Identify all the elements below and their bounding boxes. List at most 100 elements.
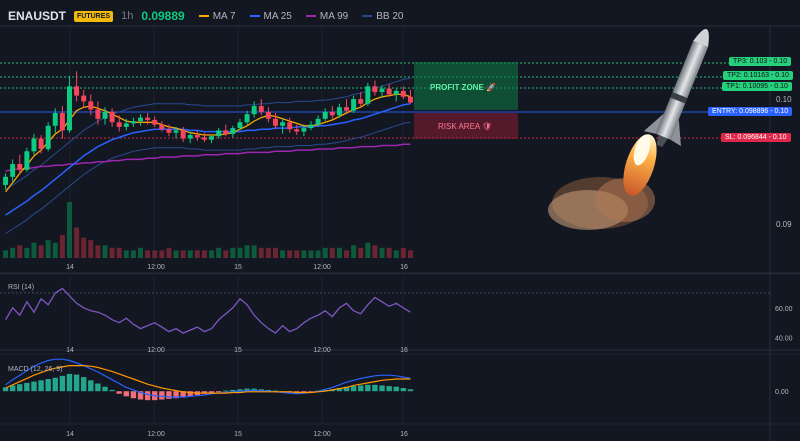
sl-label: SL: 0.096844 - 0.10 (721, 133, 791, 142)
risk-zone-label: RISK AREA 🛡 (438, 122, 493, 131)
time-axis-label: 12:00 (147, 431, 165, 438)
time-axis-label: 16 (400, 347, 408, 354)
time-axis-label: 14 (66, 347, 74, 354)
macd-histogram-bar (88, 380, 94, 392)
volume-bar (187, 250, 193, 258)
candle-body (145, 117, 151, 120)
candle-body (209, 136, 215, 140)
macd-histogram-bar (123, 391, 130, 397)
candle-body (372, 86, 378, 93)
chart-canvas[interactable]: RSI (14)40.0060.00 MACD (12, 26, 9)0.00 … (0, 0, 800, 441)
candle-body (88, 101, 94, 110)
candle-body (223, 130, 229, 134)
time-axis-label: 14 (66, 264, 74, 271)
candle-body (52, 113, 58, 126)
legend-ma7[interactable]: MA 7 (198, 10, 236, 22)
volume-bar (258, 247, 264, 258)
volume-bar (272, 247, 278, 258)
macd-histogram-bar (159, 391, 165, 400)
rsi-tick-label: 40.00 (775, 336, 793, 343)
candle-body (10, 164, 16, 177)
candle-body (351, 99, 357, 111)
candle-body (201, 137, 207, 140)
legend-bb-label: BB 20 (376, 10, 404, 22)
rocket-icon (548, 29, 709, 230)
candle-body (315, 118, 321, 125)
candle-body (216, 130, 222, 137)
macd-histogram-bar (17, 384, 23, 392)
time-axis-label: 15 (234, 431, 242, 438)
legend-bb[interactable]: BB 20 (362, 11, 403, 22)
candle-body (38, 138, 44, 149)
macd-histogram-bar (407, 389, 414, 392)
candle-body (379, 88, 385, 93)
volume-bar (45, 240, 51, 258)
candle-body (365, 86, 371, 104)
legend-ma99[interactable]: MA 99 (305, 11, 348, 22)
volume-bar (74, 227, 80, 258)
bb-lower-line (5, 121, 411, 235)
volume-bar (393, 250, 399, 258)
symbol-label[interactable]: ENAUSDT (8, 9, 66, 23)
legend-ma25-label: MA 25 (263, 10, 292, 22)
volume-bar (315, 250, 321, 258)
macd-histogram-bar (31, 381, 37, 392)
candle-body (66, 86, 72, 131)
time-axis-label: 12:00 (313, 431, 331, 438)
legend-ma25[interactable]: MA 25 (249, 10, 292, 22)
candle-body (230, 128, 236, 134)
timeframe-label[interactable]: 1h (121, 10, 133, 22)
volume-bar (31, 242, 37, 258)
macd-histogram-bar (166, 391, 172, 399)
volume-bar (173, 250, 179, 258)
candle-body (138, 117, 144, 122)
macd-tick-label: 0.00 (775, 389, 789, 396)
ma99-line (5, 143, 411, 172)
volume-bar (10, 247, 16, 258)
bb-swatch (362, 15, 373, 17)
legend-ma7-label: MA 7 (212, 10, 236, 22)
time-axis-label: 16 (400, 264, 408, 271)
time-axis-label: 12:00 (147, 264, 165, 271)
volume-bar (159, 250, 165, 258)
macd-histogram-bar (80, 377, 87, 392)
candle-body (194, 135, 200, 138)
volume-bar (38, 245, 44, 258)
volume-bar (194, 250, 200, 258)
candle-body (166, 129, 172, 133)
volume-bar (116, 247, 122, 258)
macd-histogram-bar (393, 386, 399, 392)
volume-bar (152, 250, 158, 258)
macd-signal-line (5, 365, 411, 394)
volume-bar (336, 247, 342, 258)
candle-body (336, 107, 342, 116)
volume-bar (59, 235, 65, 258)
entry-label: ENTRY: 0.098896 - 0.10 (708, 107, 793, 116)
candle-body (272, 118, 278, 126)
candle-body (400, 90, 406, 97)
candle-body (280, 122, 286, 126)
candle-body (287, 122, 293, 130)
macd-histogram-bar (66, 373, 73, 392)
volume-bar (230, 247, 236, 258)
volume-bar (344, 250, 350, 258)
price-axis-009: 0.09 (776, 220, 792, 229)
candle-body (251, 106, 257, 115)
ma7-swatch (198, 15, 209, 17)
volume-bar (265, 247, 271, 258)
candle-body (358, 99, 364, 104)
macd-histogram-bar (230, 389, 236, 392)
tp2-label: TP2: 0.10163 - 0.10 (723, 71, 793, 80)
time-axis-label: 14 (66, 431, 74, 438)
candle-body (187, 135, 193, 139)
candle-body (386, 88, 392, 95)
volume-bar (223, 250, 229, 258)
macd-histogram-bar (144, 391, 151, 401)
candle-body (102, 111, 108, 119)
candle-body (152, 119, 158, 125)
macd-histogram-bar (208, 391, 215, 393)
candle-body (244, 114, 250, 123)
macd-histogram-bar (52, 377, 58, 392)
macd-histogram-bar (102, 386, 108, 392)
volume-bar (329, 247, 335, 258)
